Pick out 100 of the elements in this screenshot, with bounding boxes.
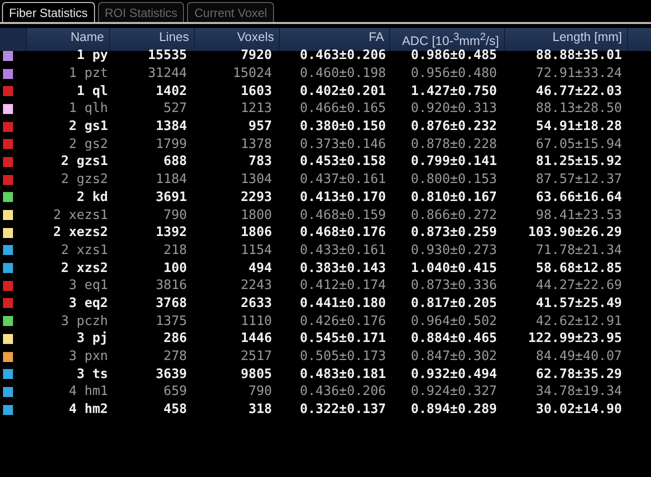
table-cell-text: 0.800±0.153 bbox=[410, 171, 498, 188]
table-cell-text: 0.380±0.150 bbox=[298, 118, 387, 136]
table-cell-text: 278 bbox=[162, 348, 188, 366]
table-cell-text: 0.847±0.302 bbox=[410, 348, 498, 366]
table-cell-text: 458 bbox=[162, 401, 188, 418]
table-cell-text: 2 xzs1 bbox=[60, 242, 109, 259]
table-cell-text: 62.78±35.29 bbox=[534, 366, 623, 383]
table-cell-text: 0.878±0.228 bbox=[410, 136, 498, 153]
table-cell-text: 67.05±15.94 bbox=[534, 136, 623, 153]
table-cell-text: 0.441±0.180 bbox=[298, 294, 387, 312]
table-cell-text: 790 bbox=[162, 206, 188, 224]
table-cell-text: 2 gs1 bbox=[68, 118, 109, 136]
table-cell-text: 494 bbox=[248, 260, 273, 277]
table-cell-text: 286 bbox=[162, 330, 188, 348]
table-cell-text: 0.402±0.201 bbox=[298, 82, 387, 100]
table-cell-text: 72.91±33.24 bbox=[534, 65, 623, 82]
table-cell-text: 218 bbox=[162, 242, 188, 259]
table-cell-text: 87.57±12.37 bbox=[534, 171, 623, 188]
table-cell-text: 1154 bbox=[240, 242, 273, 259]
table-cell-text: 15024 bbox=[232, 65, 273, 82]
table-cell-text: 31244 bbox=[146, 65, 188, 82]
table-cell-text: 0.817±0.205 bbox=[410, 294, 498, 312]
table-cell-text: 790 bbox=[248, 383, 273, 400]
table-cell-text: 98.41±23.53 bbox=[534, 206, 623, 224]
table-cell-text: 3691 bbox=[154, 188, 188, 206]
table-cell-text: 0.876±0.232 bbox=[410, 118, 498, 136]
table-cell-text: 71.78±21.34 bbox=[534, 242, 623, 259]
header-cell bbox=[0, 28, 27, 52]
table-cell-text: 1806 bbox=[240, 224, 273, 242]
table-cell-text: 46.77±22.03 bbox=[534, 82, 623, 100]
table-cell-text: 1446 bbox=[240, 330, 273, 348]
table-cell-text: 2243 bbox=[240, 277, 273, 294]
table-cell-text: 0.799±0.141 bbox=[410, 153, 498, 170]
table-cell-text: 3816 bbox=[154, 277, 188, 294]
table-cell-text: 2517 bbox=[240, 348, 273, 366]
table-cell-text: 3 pxn bbox=[68, 348, 109, 366]
table-cell-text: 0.322±0.137 bbox=[298, 401, 387, 418]
table-cell-text: 44.27±22.69 bbox=[534, 277, 623, 294]
table-cell-text: 1402 bbox=[154, 82, 188, 100]
table-cell-text: 1603 bbox=[240, 82, 273, 100]
tab[interactable]: Fiber Statistics bbox=[2, 2, 95, 22]
table-cell-text: 84.49±40.07 bbox=[534, 348, 623, 366]
table-cell-text: 3768 bbox=[154, 294, 188, 312]
table-cell-text: 0.924±0.327 bbox=[410, 383, 498, 400]
table-cell-text: 1 pzt bbox=[68, 65, 109, 82]
header-cell bbox=[628, 28, 651, 52]
table-cell-text: 41.57±25.49 bbox=[534, 294, 623, 312]
table-cell-text: 0.460±0.198 bbox=[298, 65, 387, 82]
table-cell-text: 88.13±28.50 bbox=[534, 100, 623, 118]
table-cell-text: 0.810±0.167 bbox=[410, 188, 498, 206]
table-cell-text: 42.62±12.91 bbox=[534, 312, 623, 330]
table-cell-text: 1110 bbox=[240, 312, 273, 330]
table-cell-text: 2 xezs2 bbox=[52, 224, 109, 242]
table-cell-text: 2633 bbox=[240, 294, 273, 312]
table-cell-text: 58.68±12.85 bbox=[534, 260, 623, 277]
table-cell-text: 1.040±0.415 bbox=[410, 260, 498, 277]
table-cell-text: 1 ql bbox=[76, 82, 109, 100]
table-cell-text: 1375 bbox=[154, 312, 188, 330]
table-cell-text: 0.920±0.313 bbox=[410, 100, 498, 118]
table-cell-text: 2 xezs1 bbox=[52, 206, 109, 224]
table-cell-text: 30.02±14.90 bbox=[534, 401, 623, 418]
table-cell-text: 0.383±0.143 bbox=[298, 260, 387, 277]
table-cell-text: 122.99±23.95 bbox=[527, 330, 623, 348]
table-cell-text: 4 hm2 bbox=[68, 401, 109, 418]
table-cell-text: 0.930±0.273 bbox=[410, 242, 498, 259]
table-cell-text: 527 bbox=[162, 100, 188, 118]
tab[interactable]: ROI Statistics bbox=[98, 2, 184, 22]
table-cell-text: 0.436±0.206 bbox=[298, 383, 387, 400]
table-cell-text: 1184 bbox=[154, 171, 188, 188]
table-cell-text: 2 gs2 bbox=[68, 136, 109, 153]
table-cell-text: 1384 bbox=[154, 118, 188, 136]
table-cell-text: 103.90±26.29 bbox=[527, 224, 623, 242]
table-cell-text: 0.884±0.465 bbox=[410, 330, 498, 348]
table-cell-text: 0.373±0.146 bbox=[298, 136, 387, 153]
table-cell-text: 3 pczh bbox=[60, 312, 109, 330]
table-cell-text: 0.412±0.174 bbox=[298, 277, 387, 294]
table-cell-text: 783 bbox=[248, 153, 273, 170]
table-cell-text: 0.466±0.165 bbox=[298, 100, 387, 118]
table-cell-text: 1 qlh bbox=[68, 100, 109, 118]
table-cell-text: 1392 bbox=[154, 224, 188, 242]
tab[interactable]: Current Voxel bbox=[187, 2, 274, 22]
table-cell-text: 1304 bbox=[240, 171, 273, 188]
table-cell-text: 34.78±19.34 bbox=[534, 383, 623, 400]
table-cell-text: 0.468±0.176 bbox=[298, 224, 387, 242]
table-cell-text: 2 kd bbox=[76, 188, 109, 206]
table-cell-text: 0.483±0.181 bbox=[298, 366, 387, 383]
table-cell-text: 4 hm1 bbox=[68, 383, 109, 400]
table-cell-text: 3 eq1 bbox=[68, 277, 109, 294]
table-cell-text: 1800 bbox=[240, 206, 273, 224]
table-cell-text: 3 ts bbox=[76, 366, 109, 383]
table-cell-text: 0.437±0.161 bbox=[298, 171, 387, 188]
table-cell-text: 318 bbox=[248, 401, 273, 418]
table-cell-text: 0.956±0.480 bbox=[410, 65, 498, 82]
table-cell-text: 0.932±0.494 bbox=[410, 366, 498, 383]
table-cell-text: 2 xzs2 bbox=[60, 260, 109, 277]
table-cell-text: 81.25±15.92 bbox=[534, 153, 623, 170]
table-cell-text: 54.91±18.28 bbox=[534, 118, 623, 136]
table-cell-text: 1213 bbox=[240, 100, 273, 118]
table-cell-text: 0.505±0.173 bbox=[298, 348, 387, 366]
table-cell-text: 100 bbox=[162, 260, 188, 277]
